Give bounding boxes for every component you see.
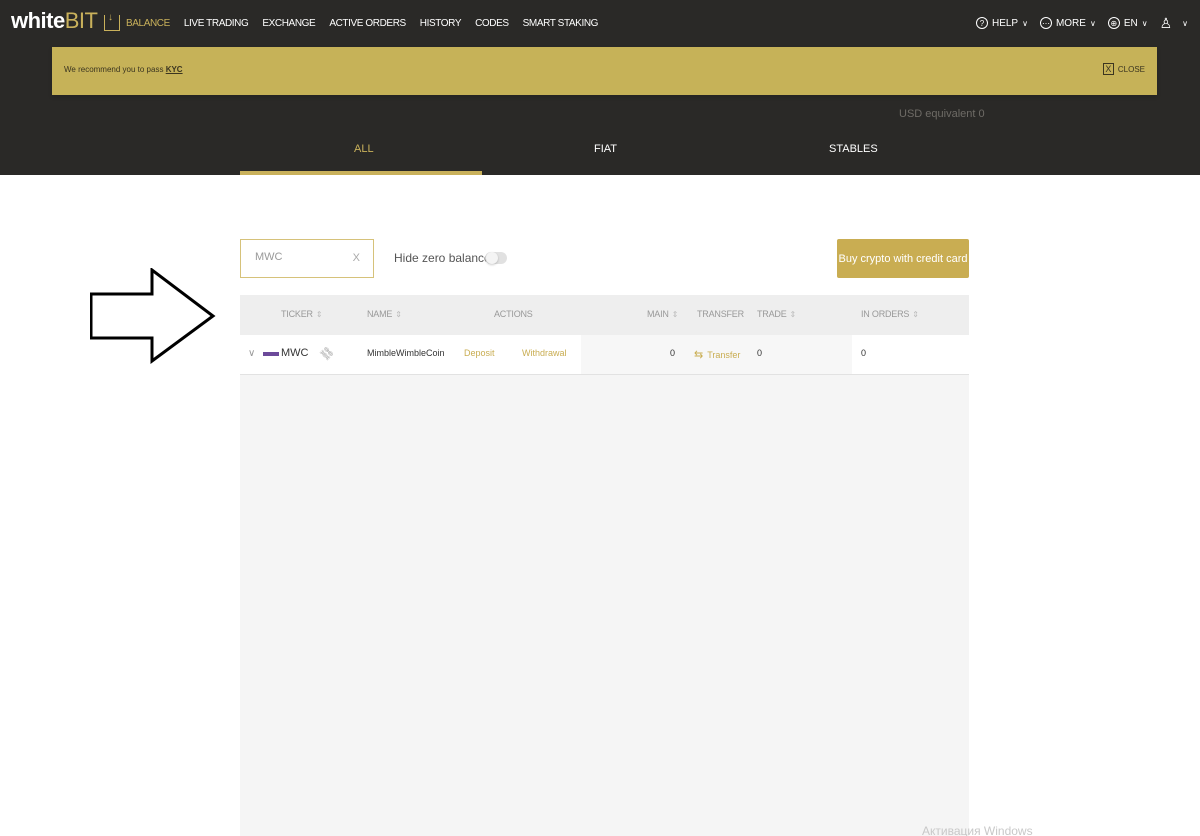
hide-zero-toggle[interactable] — [485, 252, 507, 264]
main-balance-cell: 0 — [670, 348, 676, 358]
nav-codes[interactable]: CODES — [475, 18, 509, 29]
more-menu[interactable]: ⋯ MORE ∨ — [1039, 17, 1096, 29]
hide-zero-label: Hide zero balances — [394, 251, 497, 265]
header-main[interactable]: MAIN ⇕ — [647, 309, 678, 319]
deposit-link[interactable]: Deposit — [464, 348, 495, 358]
table-row: ∨ MWC ⛓ MimbleWimbleCoin Deposit Withdra… — [240, 335, 969, 375]
chevron-down-icon: ∨ — [1182, 18, 1188, 28]
header-name[interactable]: NAME ⇕ — [367, 309, 402, 319]
nav-active-orders[interactable]: ACTIVE ORDERS — [329, 18, 406, 29]
banner-message: We recommend you to pass KYC — [64, 65, 183, 74]
active-tab-indicator — [240, 171, 482, 175]
close-icon: X — [1102, 63, 1114, 75]
chevron-down-icon: ∨ — [1141, 18, 1148, 28]
whitebit-logo[interactable]: whiteBIT — [11, 8, 98, 34]
ticker-cell: MWC — [281, 347, 309, 359]
user-icon: ♙ — [1159, 14, 1173, 31]
nav-exchange[interactable]: EXCHANGE — [262, 18, 315, 29]
chevron-down-icon[interactable]: ∨ — [248, 348, 255, 359]
tab-all[interactable]: ALL — [354, 143, 374, 155]
balances-table: TICKER ⇕ NAME ⇕ ACTIONS MAIN ⇕ TRANSFER TRA… — [240, 295, 969, 836]
sort-icon: ⇕ — [671, 310, 679, 319]
kyc-link[interactable]: KYC — [166, 65, 183, 74]
help-menu[interactable]: ? HELP ∨ — [975, 17, 1028, 29]
link-icon[interactable]: ⛓ — [317, 344, 336, 363]
ticker-search: X — [240, 239, 374, 278]
annotation-arrow-icon — [90, 268, 216, 364]
right-nav: ? HELP ∨ ⋯ MORE ∨ ⊕ EN ∨ ♙ ∨ — [975, 0, 1200, 46]
chevron-down-icon: ∨ — [1022, 18, 1028, 28]
sort-icon: ⇕ — [315, 310, 323, 319]
in-orders-cell: 0 — [861, 348, 867, 358]
clear-search-icon[interactable]: X — [353, 252, 360, 264]
trade-balance-cell: 0 — [757, 348, 763, 358]
main-nav: BALANCE LIVE TRADING EXCHANGE ACTIVE ORD… — [104, 0, 612, 46]
buy-crypto-button[interactable]: Buy crypto with credit card — [837, 239, 969, 278]
nav-live-trading[interactable]: LIVE TRADING — [184, 18, 249, 29]
search-input[interactable] — [255, 251, 345, 263]
windows-activation-watermark: Активация Windows — [922, 824, 1033, 836]
more-dots-icon: ⋯ — [1039, 17, 1052, 29]
kyc-banner: We recommend you to pass KYC X CLOSE — [52, 47, 1157, 95]
top-navigation-bar: whiteBIT BALANCE LIVE TRADING EXCHANGE A… — [0, 0, 1200, 46]
header-actions: ACTIONS — [494, 309, 533, 319]
nav-balance[interactable]: BALANCE — [104, 12, 170, 31]
sort-icon: ⇕ — [912, 310, 919, 319]
nav-smart-staking[interactable]: SMART STAKING — [523, 18, 599, 29]
header-in-orders[interactable]: IN ORDERS ⇕ — [861, 309, 919, 319]
globe-icon: ⊕ — [1107, 17, 1120, 29]
question-icon: ? — [975, 17, 988, 29]
sort-icon: ⇕ — [789, 310, 797, 319]
download-icon — [104, 12, 120, 31]
header-transfer: TRANSFER — [697, 309, 744, 319]
tab-fiat[interactable]: FIAT — [594, 143, 617, 155]
withdrawal-link[interactable]: Withdrawal — [522, 348, 567, 358]
chevron-down-icon: ∨ — [1089, 18, 1096, 28]
banner-close-button[interactable]: X CLOSE — [1102, 63, 1145, 75]
tab-stables[interactable]: STABLES — [829, 143, 878, 155]
table-header: TICKER ⇕ NAME ⇕ ACTIONS MAIN ⇕ TRANSFER TRA… — [240, 295, 969, 335]
nav-history[interactable]: HISTORY — [420, 18, 462, 29]
usd-equivalent: USD equivalent 0 — [899, 108, 985, 120]
name-cell: MimbleWimbleCoin — [367, 348, 445, 358]
header-trade[interactable]: TRADE ⇕ — [757, 309, 796, 319]
sort-icon: ⇕ — [395, 310, 402, 319]
mwc-coin-logo — [263, 352, 279, 356]
header-ticker[interactable]: TICKER ⇕ — [281, 309, 323, 319]
transfer-icon: ⇆ — [694, 349, 704, 361]
language-menu[interactable]: ⊕ EN ∨ — [1107, 17, 1148, 29]
transfer-link[interactable]: ⇆ Transfer — [694, 348, 740, 361]
user-menu[interactable]: ♙ ∨ — [1160, 15, 1188, 32]
